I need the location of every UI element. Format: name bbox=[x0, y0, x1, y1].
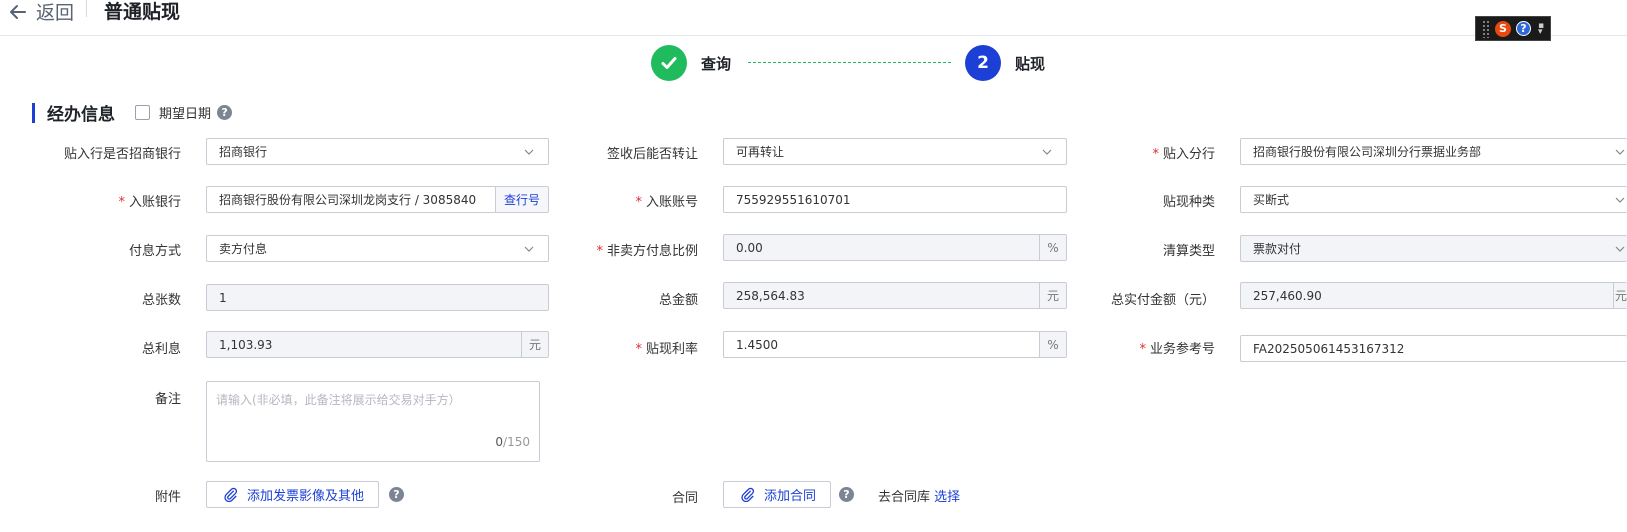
account-no-label: * 入账账号 bbox=[635, 195, 698, 210]
section-header: 经办信息 期望日期 ? bbox=[32, 100, 233, 125]
account-no-value: 755929551610701 bbox=[736, 192, 851, 207]
nonseller-ratio-label: * 非卖方付息比例 bbox=[596, 244, 698, 259]
attachment-label: 附件 bbox=[154, 490, 181, 505]
step-2-label: 贴现 bbox=[1015, 55, 1046, 73]
total-interest-value: 1,103.93 bbox=[219, 337, 273, 352]
account-no-input[interactable]: 755929551610701 bbox=[723, 186, 1067, 213]
discount-rate-input[interactable]: 1.4500 % bbox=[723, 331, 1067, 358]
divider bbox=[86, 0, 87, 17]
attachment-help-icon[interactable]: ? bbox=[389, 487, 404, 502]
nonseller-ratio-value: 0.00 bbox=[736, 240, 763, 255]
remark-textarea[interactable]: 请输入(非必填，此备注将展示给交易对手方） 0/150 bbox=[206, 381, 540, 462]
top-bar: 返回 普通贴现 bbox=[0, 0, 1627, 36]
biz-ref-label: * 业务参考号 bbox=[1139, 342, 1215, 357]
percent-unit: % bbox=[1039, 235, 1066, 260]
bank-is-cmb-label: 贴入行是否招商银行 bbox=[63, 147, 181, 162]
sogou-ime-icon[interactable]: S bbox=[1495, 20, 1511, 37]
yuan-unit: 元 bbox=[1613, 283, 1627, 308]
transferable-value: 可再转让 bbox=[736, 145, 785, 159]
discount-type-label: 贴现种类 bbox=[1162, 195, 1215, 210]
contract-library-text: 去合同库 bbox=[878, 490, 931, 505]
settlement-type-label: 清算类型 bbox=[1162, 244, 1215, 259]
settlement-type-value: 票款对付 bbox=[1253, 242, 1302, 256]
discount-rate-label: * 贴现利率 bbox=[635, 342, 698, 357]
add-invoice-button[interactable]: 添加发票影像及其他 bbox=[206, 481, 380, 508]
discount-type-select[interactable]: 买断式 bbox=[1240, 186, 1627, 213]
contract-help-icon[interactable]: ? bbox=[839, 487, 854, 502]
chevron-down-icon bbox=[524, 149, 534, 155]
total-amount-label: 总金额 bbox=[658, 293, 698, 308]
remark-label: 备注 bbox=[154, 392, 181, 407]
settlement-type-select[interactable]: 票款对付 bbox=[1240, 235, 1627, 262]
check-icon bbox=[661, 57, 677, 69]
interest-method-value: 卖方付息 bbox=[219, 242, 268, 256]
interest-method-label: 付息方式 bbox=[128, 244, 181, 259]
discount-type-value: 买断式 bbox=[1253, 193, 1290, 207]
expected-date-checkbox[interactable] bbox=[135, 105, 150, 120]
chevron-down-icon bbox=[1615, 246, 1625, 252]
biz-ref-value: FA202505061453167312 bbox=[1253, 341, 1405, 356]
back-button[interactable]: 返回 bbox=[8, 0, 74, 25]
chevron-down-icon bbox=[1042, 149, 1052, 155]
expected-date-label: 期望日期 bbox=[159, 107, 212, 122]
help-icon[interactable]: ? bbox=[217, 105, 233, 120]
total-count-value: 1 bbox=[219, 290, 227, 305]
total-paid-value: 257,460.90 bbox=[1253, 288, 1322, 303]
yuan-unit: 元 bbox=[1039, 283, 1066, 308]
total-paid-field: 257,460.90 元 bbox=[1240, 282, 1627, 309]
paperclip-icon bbox=[741, 487, 755, 502]
yuan-unit: 元 bbox=[521, 332, 548, 357]
add-contract-button[interactable]: 添加合同 bbox=[723, 481, 832, 508]
discount-rate-value: 1.4500 bbox=[736, 337, 778, 352]
branch-value: 招商银行股份有限公司深圳分行票据业务部 bbox=[1253, 145, 1482, 159]
account-bank-value: 招商银行股份有限公司深圳龙岗支行 / 3085840 bbox=[219, 193, 477, 207]
total-paid-label: 总实付金额（元） bbox=[1110, 293, 1215, 308]
contract-library: 去合同库 选择 bbox=[878, 486, 960, 505]
back-label: 返回 bbox=[36, 2, 75, 24]
page-title: 普通贴现 bbox=[104, 1, 181, 23]
step-1-circle bbox=[651, 45, 687, 81]
bank-is-cmb-value: 招商银行 bbox=[219, 145, 268, 159]
chevron-down-icon bbox=[1615, 197, 1625, 203]
chevron-down-icon bbox=[524, 246, 534, 252]
select-contract-link[interactable]: 选择 bbox=[934, 490, 960, 505]
step-connector bbox=[748, 62, 951, 63]
biz-ref-input[interactable]: FA202505061453167312 bbox=[1240, 335, 1627, 362]
toolbar-menu-icon[interactable]: ▪ ▾ bbox=[1536, 21, 1546, 37]
account-bank-label: * 入账银行 bbox=[118, 195, 181, 210]
branch-select[interactable]: 招商银行股份有限公司深圳分行票据业务部 bbox=[1240, 138, 1627, 165]
total-amount-value: 258,564.83 bbox=[736, 288, 805, 303]
step-2-circle: 2 bbox=[965, 45, 1001, 81]
remark-placeholder: 请输入(非必填，此备注将展示给交易对手方） bbox=[216, 393, 461, 407]
transferable-select[interactable]: 可再转让 bbox=[723, 138, 1067, 165]
total-amount-field: 258,564.83 元 bbox=[723, 282, 1067, 309]
total-count-label: 总张数 bbox=[141, 293, 181, 308]
branch-label: * 贴入分行 bbox=[1152, 147, 1215, 162]
total-interest-field: 1,103.93 元 bbox=[206, 331, 549, 358]
char-counter: 0/150 bbox=[495, 435, 530, 449]
chevron-down-icon bbox=[1615, 149, 1625, 155]
arrow-left-icon bbox=[10, 4, 26, 19]
total-interest-label: 总利息 bbox=[141, 342, 181, 357]
lookup-bank-code-button[interactable]: 查行号 bbox=[494, 187, 548, 212]
nonseller-ratio-field: 0.00 % bbox=[723, 234, 1067, 261]
transferable-label: 签收后能否转让 bbox=[606, 147, 698, 162]
paperclip-icon bbox=[224, 487, 238, 502]
step-1-label: 查询 bbox=[701, 55, 732, 73]
interest-method-select[interactable]: 卖方付息 bbox=[206, 235, 549, 262]
section-title: 经办信息 bbox=[47, 105, 115, 125]
section-accent-bar bbox=[32, 102, 35, 123]
account-bank-field[interactable]: 招商银行股份有限公司深圳龙岗支行 / 3085840 查行号 bbox=[206, 186, 549, 213]
toolbar-help-icon[interactable]: ? bbox=[1516, 21, 1531, 36]
contract-label: 合同 bbox=[671, 491, 698, 506]
ime-toolbar[interactable]: S ? ▪ ▾ bbox=[1475, 16, 1551, 41]
total-count-field: 1 bbox=[206, 284, 549, 311]
drag-handle-icon[interactable] bbox=[1482, 19, 1490, 38]
bank-is-cmb-select[interactable]: 招商银行 bbox=[206, 138, 549, 165]
percent-unit: % bbox=[1039, 332, 1066, 357]
